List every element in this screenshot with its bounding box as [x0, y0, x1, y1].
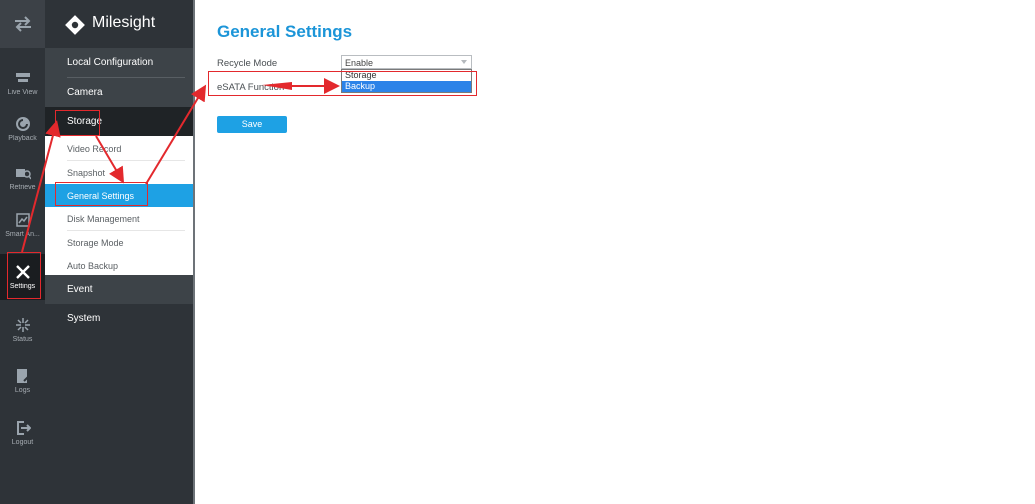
- rail-label: Live View: [7, 89, 38, 96]
- page-title: General Settings: [217, 22, 353, 41]
- recycle-mode-value: Enable: [345, 58, 374, 68]
- rail-live-view[interactable]: Live View: [0, 58, 45, 110]
- brand-name: Milesight: [92, 14, 156, 31]
- rail-toggle[interactable]: [0, 0, 45, 48]
- menu-local-configuration[interactable]: Local Configuration: [45, 48, 193, 78]
- rail-retrieve[interactable]: Retrieve: [0, 153, 45, 205]
- logs-icon: [16, 369, 31, 383]
- annotation-box-esata: [208, 71, 477, 96]
- live-view-icon: [15, 73, 30, 82]
- submenu-storage-mode[interactable]: Storage Mode: [45, 231, 193, 255]
- rail-smart-analysis[interactable]: Smart An...: [0, 200, 45, 252]
- recycle-mode-select[interactable]: Enable: [341, 55, 472, 69]
- menu-system[interactable]: System: [45, 304, 193, 333]
- rail-label: Retrieve: [9, 184, 36, 191]
- save-button[interactable]: Save: [217, 116, 287, 133]
- annotation-box-general-settings: [55, 182, 148, 206]
- swap-arrows-icon: [14, 16, 31, 32]
- rail-logs[interactable]: Logs: [0, 356, 45, 408]
- submenu-disk-management[interactable]: Disk Management: [45, 207, 193, 231]
- rail-label: Smart An...: [5, 231, 40, 238]
- chevron-down-icon: [461, 60, 467, 64]
- logout-icon: [16, 421, 31, 435]
- rail-label: Logout: [11, 439, 34, 446]
- milesight-logo-icon: [65, 15, 85, 35]
- rail-status[interactable]: Status: [0, 305, 45, 357]
- submenu-video-record[interactable]: Video Record: [45, 137, 193, 161]
- rail-label: Status: [12, 336, 33, 343]
- brand-bar: Milesight: [45, 0, 193, 48]
- smart-analysis-icon: [15, 213, 30, 227]
- annotation-box-settings: [7, 252, 41, 299]
- status-icon: [15, 318, 30, 332]
- rail-label: Logs: [14, 387, 31, 394]
- settings-menu: Milesight Local Configuration Camera Sto…: [45, 0, 195, 504]
- rail-label: Playback: [8, 135, 37, 142]
- recycle-mode-label: Recycle Mode: [217, 58, 278, 69]
- rail-playback[interactable]: Playback: [0, 104, 45, 156]
- menu-camera[interactable]: Camera: [45, 78, 193, 107]
- retrieve-icon: [15, 169, 31, 180]
- rail-logout[interactable]: Logout: [0, 408, 45, 460]
- annotation-box-storage: [55, 110, 100, 136]
- playback-icon: [15, 117, 30, 131]
- menu-background: [45, 333, 193, 504]
- menu-event[interactable]: Event: [45, 275, 193, 304]
